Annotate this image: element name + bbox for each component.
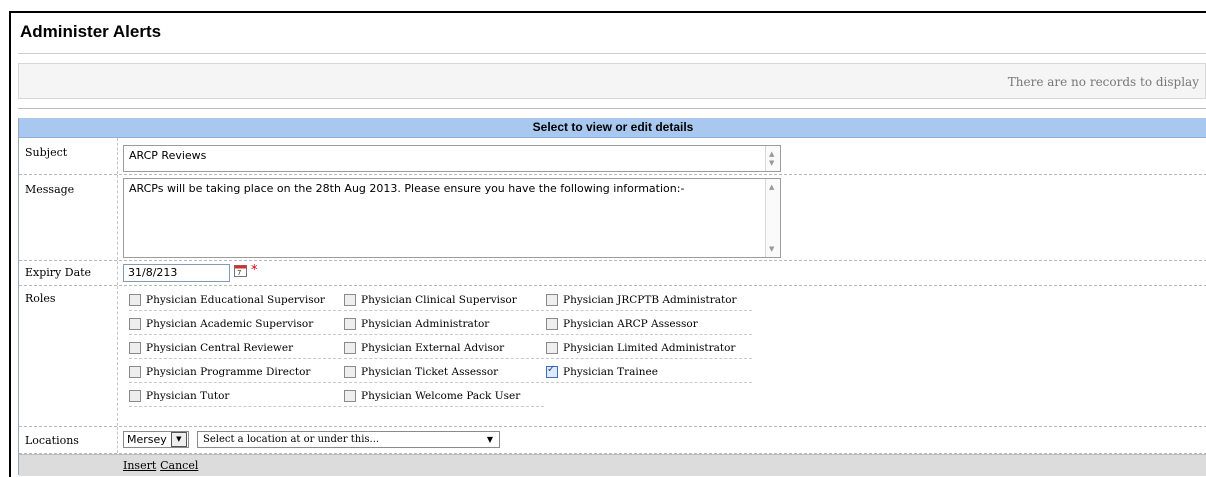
role-checkbox[interactable]: [129, 390, 141, 402]
role-label: Physician Trainee: [563, 366, 658, 378]
role-option[interactable]: Physician Programme Director: [129, 362, 341, 383]
role-label: Physician Programme Director: [146, 366, 311, 378]
role-label: Physician External Advisor: [361, 342, 505, 354]
role-label: Physician Limited Administrator: [563, 342, 736, 354]
expiry-row: Expiry Date 31/8/213 7 *: [19, 261, 1206, 286]
form-header: Select to view or edit details: [19, 118, 1206, 138]
role-checkbox[interactable]: [129, 366, 141, 378]
subject-input[interactable]: ARCP Reviews ▲ ▼: [123, 145, 781, 172]
role-option[interactable]: Physician Welcome Pack User: [344, 386, 544, 407]
location-select[interactable]: Select a location at or under this... ▼: [197, 431, 500, 448]
required-marker: *: [251, 263, 258, 278]
subject-row: Subject ARCP Reviews ▲ ▼: [19, 138, 1206, 175]
scroll-down-icon[interactable]: ▼: [769, 156, 774, 170]
role-checkbox[interactable]: [344, 294, 356, 306]
alert-edit-form: Select to view or edit details Subject A…: [18, 118, 1206, 476]
scroll-down-icon[interactable]: ▼: [769, 242, 774, 256]
role-label: Physician Clinical Supervisor: [361, 294, 517, 306]
role-option[interactable]: Physician Ticket Assessor: [344, 362, 544, 383]
region-select[interactable]: Mersey ▼: [123, 431, 189, 448]
role-option[interactable]: Physician ARCP Assessor: [546, 314, 752, 335]
role-label: Physician Tutor: [146, 390, 230, 402]
role-option[interactable]: Physician Academic Supervisor: [129, 314, 341, 335]
subject-label: Subject: [25, 146, 68, 159]
title-divider: [18, 53, 1206, 54]
role-label: Physician Administrator: [361, 318, 490, 330]
role-checkbox[interactable]: [546, 318, 558, 330]
role-label: Physician Ticket Assessor: [361, 366, 499, 378]
role-option[interactable]: Physician Trainee: [546, 362, 752, 383]
role-option[interactable]: Physician Limited Administrator: [546, 338, 752, 359]
message-textarea[interactable]: ARCPs will be taking place on the 28th A…: [123, 178, 781, 258]
roles-row: Roles Physician Educational Supervisor Ph…: [19, 286, 1206, 427]
role-option[interactable]: Physician External Advisor: [344, 338, 544, 359]
role-checkbox[interactable]: [546, 342, 558, 354]
scroll-up-icon[interactable]: ▲: [769, 180, 774, 194]
role-checkbox[interactable]: [344, 390, 356, 402]
locations-row: Locations Mersey ▼ Select a location at …: [19, 427, 1206, 454]
role-checkbox[interactable]: [546, 294, 558, 306]
role-label: Physician JRCPTB Administrator: [563, 294, 737, 306]
role-label: Physician ARCP Assessor: [563, 318, 698, 330]
role-checkbox[interactable]: [129, 318, 141, 330]
role-label: Physician Educational Supervisor: [146, 294, 325, 306]
cancel-link[interactable]: Cancel: [160, 459, 198, 472]
role-checkbox[interactable]: [129, 294, 141, 306]
chevron-down-icon[interactable]: ▼: [170, 432, 187, 447]
roles-label: Roles: [25, 292, 56, 305]
expiry-label: Expiry Date: [25, 266, 92, 279]
calendar-icon[interactable]: 7: [234, 264, 247, 277]
role-option[interactable]: Physician Clinical Supervisor: [344, 290, 544, 311]
no-records-message: There are no records to display: [1007, 75, 1199, 89]
role-label: Physician Central Reviewer: [146, 342, 294, 354]
role-checkbox[interactable]: [344, 366, 356, 378]
locations-label: Locations: [25, 434, 79, 447]
role-label: Physician Welcome Pack User: [361, 390, 521, 402]
expiry-date-input[interactable]: 31/8/213: [123, 264, 230, 282]
page-title: Administer Alerts: [20, 22, 162, 41]
chevron-down-icon[interactable]: ▼: [487, 432, 493, 447]
form-actions: Insert Cancel: [19, 454, 1206, 476]
role-checkbox[interactable]: [129, 342, 141, 354]
grid-divider: [18, 108, 1206, 109]
message-scrollbar[interactable]: ▲ ▼: [765, 179, 780, 257]
role-option[interactable]: Physician Administrator: [344, 314, 544, 335]
role-option[interactable]: Physician Tutor: [129, 386, 341, 407]
role-checkbox[interactable]: [344, 342, 356, 354]
role-option[interactable]: Physician Educational Supervisor: [129, 290, 341, 311]
role-label: Physician Academic Supervisor: [146, 318, 314, 330]
role-checkbox[interactable]: [344, 318, 356, 330]
role-option[interactable]: Physician Central Reviewer: [129, 338, 341, 359]
message-label: Message: [25, 183, 75, 196]
message-row: Message ARCPs will be taking place on th…: [19, 175, 1206, 261]
role-checkbox[interactable]: [546, 364, 558, 378]
subject-scrollbar[interactable]: ▲ ▼: [765, 146, 780, 171]
insert-link[interactable]: Insert: [123, 459, 156, 472]
svg-text:7: 7: [237, 269, 241, 277]
alerts-grid: There are no records to display: [18, 63, 1206, 99]
role-option[interactable]: Physician JRCPTB Administrator: [546, 290, 752, 311]
